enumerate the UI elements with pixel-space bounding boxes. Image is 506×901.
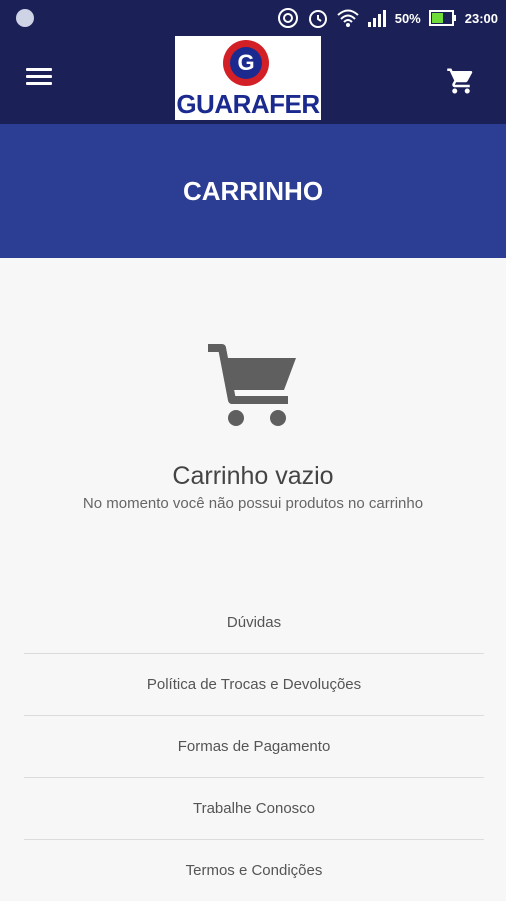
brand-logo[interactable]: G GUARAFER [175,36,321,120]
empty-cart-title: Carrinho vazio [172,462,334,490]
link-politica-trocas[interactable]: Política de Trocas e Devoluções [24,654,484,716]
clock: 23:00 [464,10,498,26]
sync-icon [277,8,298,28]
logo-text: GUARAFER [176,89,320,119]
link-termos-condicoes[interactable]: Termos e Condições [24,840,484,901]
page-title: CARRINHO [182,176,324,206]
battery-icon [428,10,456,26]
signal-icon [367,10,386,27]
footer-links: Dúvidas Política de Trocas e Devoluções … [24,592,484,901]
battery-percent: 50% [394,10,421,26]
app-header: G GUARAFER [0,36,506,124]
status-bar: 50% 23:00 [0,0,506,36]
page-banner: CARRINHO [0,124,506,258]
empty-cart-subtitle: No momento você não possui produtos no c… [82,495,424,512]
alarm-icon [308,10,327,28]
logo-emblem: G [223,40,269,86]
status-icons: 50% 23:00 [277,7,498,29]
cart-icon[interactable] [446,66,476,96]
menu-icon[interactable] [26,68,52,90]
wifi-icon [337,9,359,27]
empty-cart-icon [206,344,300,430]
notification-icon [16,9,34,27]
logo-letter: G [230,47,262,79]
link-duvidas[interactable]: Dúvidas [24,592,484,654]
link-formas-pagamento[interactable]: Formas de Pagamento [24,716,484,778]
link-trabalhe-conosco[interactable]: Trabalhe Conosco [24,778,484,840]
